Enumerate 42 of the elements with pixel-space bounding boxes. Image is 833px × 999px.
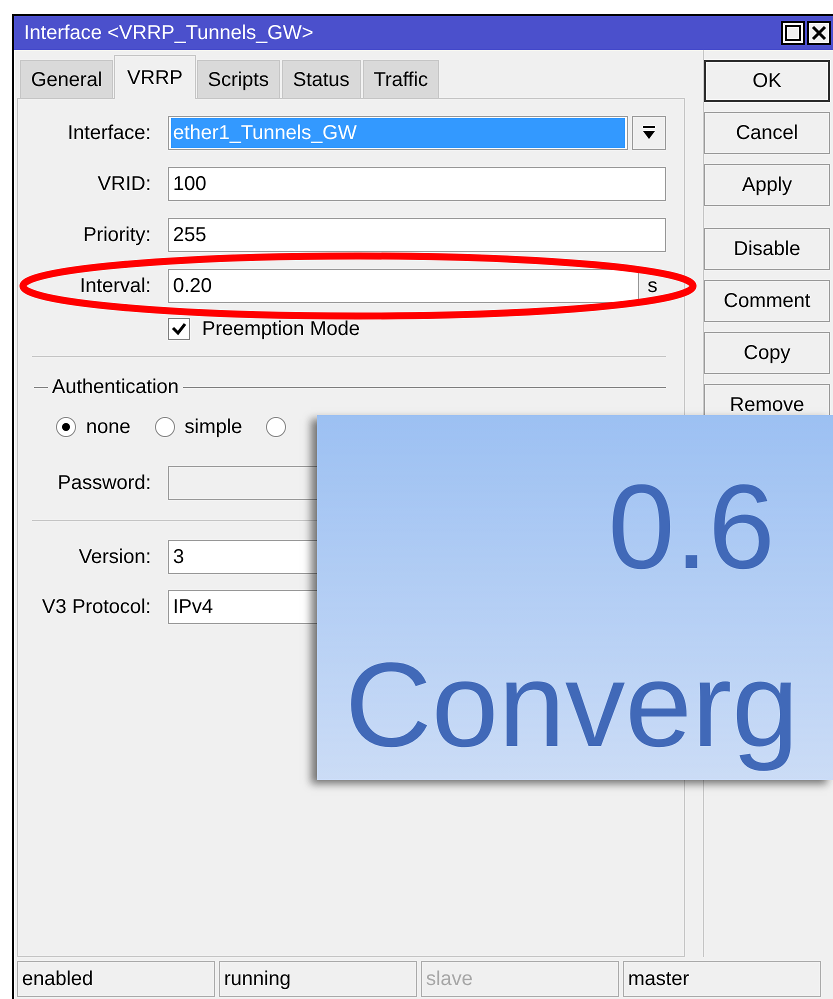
field-label: Priority: (82, 223, 151, 248)
radio-label: none (86, 415, 130, 440)
checkbox-label: Preemption Mode (202, 317, 360, 342)
check-icon (171, 322, 187, 336)
slide-subheading: Converg (345, 637, 799, 774)
field-label: V3 Protocol: (41, 595, 151, 620)
dropdown-button[interactable] (632, 116, 666, 150)
checkbox[interactable] (168, 318, 190, 340)
field-label: Password: (56, 471, 151, 496)
maximize-icon[interactable] (781, 21, 805, 45)
dialog-button[interactable]: OK (704, 60, 830, 102)
status-field: slave (421, 961, 619, 997)
status-field: master (623, 961, 821, 997)
tab[interactable]: Status (282, 60, 361, 98)
radio-button[interactable] (266, 417, 286, 437)
field-label: Interval: (78, 274, 151, 299)
dialog-button[interactable]: Apply (704, 164, 830, 206)
dialog-button[interactable]: Disable (704, 228, 830, 270)
radio-button[interactable] (154, 417, 174, 437)
input-field[interactable]: 0.20 (168, 269, 639, 303)
close-icon[interactable] (807, 21, 831, 45)
field-label: Interface: (66, 121, 151, 146)
group-label: Authentication (51, 375, 180, 400)
radio-button[interactable] (56, 417, 76, 437)
input-field[interactable]: 100 (168, 167, 666, 201)
window-title: Interface <VRRP_Tunnels_GW> (24, 21, 314, 46)
input-field[interactable]: 255 (168, 218, 666, 252)
unit-label: s (646, 274, 658, 299)
radio-label: simple (184, 415, 242, 440)
dialog-button[interactable]: Cancel (704, 112, 830, 154)
field-label: Version: (78, 545, 151, 570)
status-field: enabled (17, 961, 215, 997)
dialog-button[interactable]: Comment (704, 280, 830, 322)
tab[interactable]: Scripts (196, 60, 280, 98)
status-field: running (219, 961, 417, 997)
tab[interactable]: General (20, 60, 114, 98)
tab[interactable]: Traffic (362, 60, 440, 98)
tab[interactable]: VRRP (114, 55, 196, 99)
field-label: VRID: (96, 172, 151, 197)
dialog-button[interactable]: Copy (704, 332, 830, 374)
dropdown-arrow-icon (643, 126, 655, 140)
slide-heading: 0.6 (608, 467, 775, 587)
